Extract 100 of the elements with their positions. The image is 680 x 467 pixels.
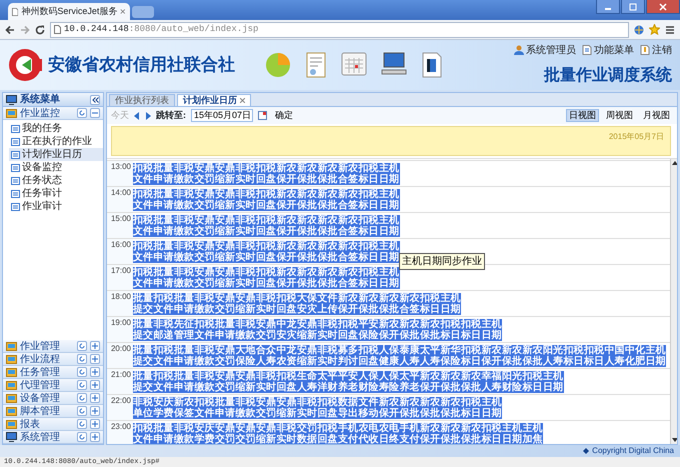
event-chip[interactable]: 大地保险 — [236, 345, 256, 367]
address-field[interactable]: 10.0.244.148:8080/auto_web/index.jsp — [50, 22, 629, 38]
event-chip[interactable]: 非税缴款 — [174, 189, 194, 211]
event-chip[interactable]: 安鼎缩新 — [297, 319, 318, 341]
event-chip[interactable]: 安鼎交罚 — [194, 163, 215, 185]
reload-icon[interactable] — [35, 24, 45, 34]
event-chip[interactable]: 扣税文件 — [133, 163, 154, 185]
date-field[interactable]: 15年05月07日 — [191, 109, 253, 122]
event-chip[interactable]: 新农保批 — [440, 371, 461, 393]
refresh-button[interactable] — [77, 108, 87, 118]
event-chip[interactable]: 扣税回盘 — [256, 163, 276, 185]
event-chip[interactable]: 非税实时 — [318, 319, 338, 341]
tree-item[interactable]: 任务状态 — [9, 174, 103, 187]
event-chip[interactable]: 安鼎交罚 — [194, 215, 215, 237]
event-chip[interactable]: 批量申请 — [154, 267, 174, 289]
event-chip[interactable]: 扣税标日 — [420, 293, 440, 315]
event-chip[interactable]: 手机支付 — [338, 423, 358, 444]
event-chip[interactable]: 非税邮递 — [154, 319, 174, 341]
event-chip[interactable]: 新农保批 — [318, 189, 338, 211]
event-chip[interactable]: 新农保批 — [420, 319, 440, 341]
event-chip[interactable]: 扣税回盘 — [256, 189, 276, 211]
event-chip[interactable]: 非税实时 — [276, 423, 297, 444]
event-chip[interactable]: 主机日期 — [482, 397, 502, 419]
event-chip[interactable]: 大保安灾 — [297, 293, 318, 315]
event-chip[interactable]: 扣税标日 — [358, 241, 379, 263]
event-chip[interactable]: 非税缴款 — [194, 371, 215, 393]
event-chip[interactable]: 扣税文件 — [133, 189, 154, 211]
group-header[interactable]: 作业管理 — [3, 340, 103, 353]
event-chip[interactable]: 扣税文件 — [194, 319, 215, 341]
event-chip[interactable]: 新农保批 — [297, 215, 318, 237]
user-link[interactable]: 系统管理员 — [514, 42, 576, 58]
event-chip[interactable]: 新农保批 — [318, 215, 338, 237]
event-chip[interactable]: 阳光财险 — [502, 371, 522, 393]
event-chip[interactable]: 新农保批 — [440, 423, 461, 444]
event-chip[interactable]: 幸福人寿 — [482, 371, 502, 393]
refresh-button[interactable] — [77, 406, 87, 416]
event-chip[interactable]: 批量申请 — [154, 423, 174, 444]
refresh-button[interactable] — [77, 393, 87, 403]
event-chip[interactable]: 主机日期 — [379, 215, 400, 237]
event-chip[interactable]: 新农合签 — [338, 163, 358, 185]
event-chip[interactable]: 新农合签 — [338, 215, 358, 237]
event-chip[interactable]: 新农保批 — [318, 241, 338, 263]
event-chip[interactable]: 扣税回盘 — [276, 371, 297, 393]
event-chip[interactable]: 新农保批 — [522, 345, 543, 367]
event-chip[interactable]: 安鼎缩新 — [215, 163, 236, 185]
tree-item[interactable]: 任务审计 — [9, 187, 103, 200]
group-header[interactable]: 代理管理 — [3, 379, 103, 392]
event-chip[interactable]: 安鼎缩新 — [276, 397, 297, 419]
event-chip[interactable]: 人保寿险 — [379, 371, 400, 393]
scroll-down-icon[interactable] — [671, 436, 677, 444]
event-chip[interactable]: 扣税标日 — [564, 345, 584, 367]
event-chip[interactable]: 安鼎缩新 — [215, 267, 236, 289]
event-chip[interactable]: 新农合签 — [400, 293, 420, 315]
event-chip[interactable]: 非税实时 — [318, 345, 338, 367]
event-chip[interactable]: 新农保批 — [400, 319, 420, 341]
event-chip[interactable]: 安庆学费 — [194, 423, 215, 444]
close-button[interactable] — [646, 0, 680, 14]
event-chip[interactable]: 批量申请 — [174, 293, 194, 315]
panel-tab[interactable]: 作业执行列表 — [109, 94, 175, 106]
event-chip[interactable]: 批量申请 — [154, 189, 174, 211]
event-chip[interactable]: 扣税文件 — [133, 215, 154, 237]
event-chip[interactable]: 主机日期 — [440, 293, 461, 315]
event-chip[interactable]: 扣税标日 — [584, 345, 604, 367]
calendar-icon[interactable] — [258, 111, 267, 120]
event-chip[interactable]: 新农保签 — [174, 397, 194, 419]
close-icon[interactable] — [240, 98, 245, 103]
expand-button[interactable] — [90, 367, 100, 377]
group-header[interactable]: 脚本管理 — [3, 405, 103, 418]
event-chip[interactable]: 交罚数据 — [297, 423, 318, 444]
event-chip[interactable]: 农电代收 — [358, 423, 379, 444]
event-chip[interactable]: 批量申请 — [174, 371, 194, 393]
event-chip[interactable]: 非税实时 — [256, 371, 276, 393]
minimize-button[interactable] — [596, 0, 620, 14]
event-chip[interactable]: 批量申请 — [215, 319, 236, 341]
event-chip[interactable]: 新农合签 — [338, 189, 358, 211]
event-chip[interactable]: 非税缴款 — [194, 345, 215, 367]
event-chip[interactable]: 非税实时 — [236, 241, 256, 263]
event-chip[interactable]: 扣税文件 — [154, 293, 174, 315]
event-chip[interactable]: 扣税标日 — [522, 371, 543, 393]
event-chip[interactable]: 新农合签 — [338, 241, 358, 263]
event-chip[interactable]: 非税实时 — [236, 163, 256, 185]
group-header[interactable]: 作业监控 — [3, 107, 103, 120]
event-chip[interactable]: 中龙安灾 — [276, 319, 297, 341]
event-chip[interactable]: 合众人寿 — [256, 345, 276, 367]
globe-icon[interactable] — [634, 24, 644, 34]
document-icon[interactable] — [305, 52, 327, 78]
event-chip[interactable]: 阳光人寿 — [543, 345, 564, 367]
expand-button[interactable] — [90, 393, 100, 403]
event-chip[interactable]: 非税实时 — [236, 215, 256, 237]
event-chip[interactable]: 主机日期 — [379, 241, 400, 263]
event-chip[interactable]: 扣税文件 — [154, 371, 174, 393]
event-chip[interactable]: 非税缴款 — [236, 319, 256, 341]
event-chip[interactable]: 安鼎交罚 — [236, 423, 256, 444]
event-chip[interactable]: 新农保开 — [276, 241, 297, 263]
event-chip[interactable]: 非税缴款 — [174, 267, 194, 289]
event-chip[interactable]: 主机日期 — [502, 423, 522, 444]
event-chip[interactable]: 新农合签 — [338, 267, 358, 289]
event-chip[interactable]: 扣税标日 — [461, 397, 482, 419]
event-chip[interactable]: 安庆学费 — [154, 397, 174, 419]
event-chip[interactable]: 新农保开 — [276, 215, 297, 237]
